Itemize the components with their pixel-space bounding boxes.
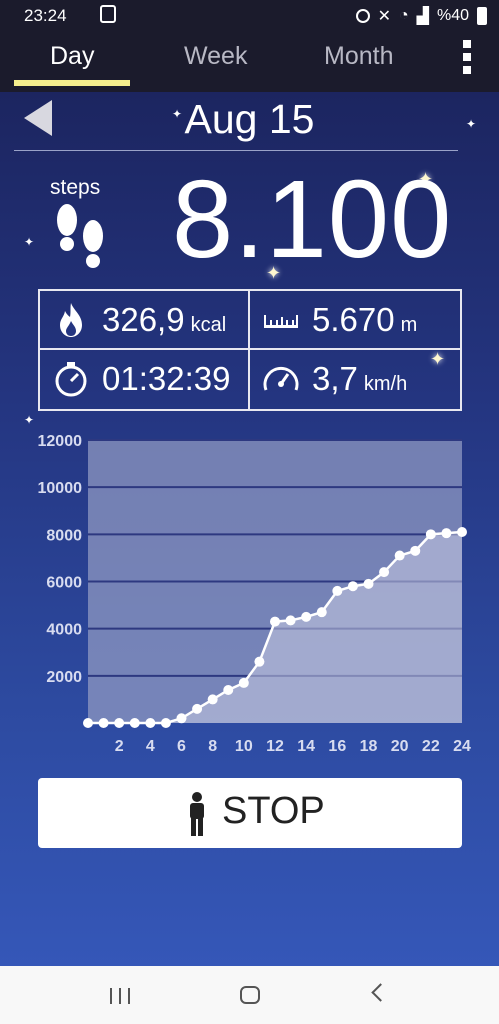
flame-icon [60, 303, 82, 337]
steps-chart: 20004000600080001000012000 2 4 6 8 10 12 14 16 1… [38, 433, 472, 755]
y-tick-label: 2000 [46, 669, 82, 686]
active-tab-indicator [14, 80, 130, 86]
tab-bar: Day Week Month [0, 32, 499, 92]
stats-grid: 326,9 kcal 5.670 m 01:32:39 3,7 km/h [38, 289, 462, 411]
data-point [223, 684, 234, 695]
calories-value: 326,9 kcal [102, 301, 226, 339]
x-tick-label: 14 [297, 738, 315, 755]
divider [14, 150, 458, 151]
steps-count: 8.100 [172, 158, 453, 281]
stopwatch-icon [55, 362, 87, 397]
recent-apps-button[interactable] [110, 988, 130, 1004]
speed-unit: km/h [363, 373, 408, 395]
footprints-icon [57, 204, 103, 268]
y-tick-label: 4000 [46, 622, 82, 639]
x-tick-label: 10 [235, 738, 253, 755]
distance-unit: m [400, 314, 418, 336]
calories-cell: 326,9 kcal [40, 291, 250, 350]
y-tick-label: 10000 [38, 480, 83, 497]
x-tick-label: 24 [453, 738, 471, 755]
main-panel: ✦ ✦ ✦ ✦ ✦ ✦ ✦ Aug 15 steps 8.100 326,9 kc… [0, 92, 499, 966]
system-nav-bar [0, 966, 499, 1024]
data-point [192, 703, 203, 714]
data-point [145, 718, 156, 728]
distance-number: 5.670 [312, 301, 395, 338]
duration-value: 01:32:39 [102, 360, 231, 397]
x-tick-label: 8 [208, 738, 217, 755]
speed-value: 3,7 km/h [312, 360, 407, 398]
status-time: 23:24 [24, 6, 67, 25]
distance-value: 5.670 m [312, 301, 417, 339]
data-point [238, 677, 249, 688]
star-decoration: ✦ [24, 413, 35, 427]
steps-label: steps [50, 176, 101, 199]
calories-unit: kcal [190, 314, 227, 336]
tab-month[interactable]: Month [324, 42, 393, 71]
x-tick-label: 6 [177, 738, 186, 755]
data-point [207, 694, 218, 705]
data-point [425, 529, 436, 540]
x-tick-label: 20 [391, 738, 409, 755]
y-tick-label: 12000 [38, 433, 83, 450]
x-tick-label: 4 [146, 738, 155, 755]
speed-cell: 3,7 km/h [250, 350, 460, 409]
battery-icon [477, 7, 487, 25]
distance-cell: 5.670 m [250, 291, 460, 350]
duration-cell: 01:32:39 [40, 350, 250, 409]
speedometer-icon [263, 367, 299, 391]
data-point [98, 718, 109, 728]
notification-icon [100, 5, 116, 23]
x-tick-label: 12 [266, 738, 284, 755]
y-tick-label: 6000 [46, 575, 82, 592]
tab-day[interactable]: Day [50, 42, 94, 71]
y-tick-label: 8000 [46, 527, 82, 544]
wifi-icon: ◔ [398, 7, 409, 24]
x-tick-label: 2 [115, 738, 124, 755]
home-button[interactable] [240, 986, 260, 1004]
data-point [129, 718, 140, 728]
status-bar: 23:24 ✕ ◔ ▟ %40 [0, 0, 499, 32]
data-point [410, 545, 421, 556]
data-point [363, 578, 374, 589]
data-point [394, 550, 405, 561]
data-point [347, 581, 358, 592]
data-point [301, 611, 312, 622]
person-icon [190, 792, 204, 836]
data-point [316, 607, 327, 618]
data-point [160, 718, 171, 728]
data-point [176, 713, 187, 724]
data-point [332, 585, 343, 596]
speed-number: 3,7 [312, 360, 358, 397]
tab-week[interactable]: Week [184, 42, 247, 71]
status-icons: ✕ ◔ ▟ %40 [355, 6, 487, 26]
data-point [285, 615, 296, 626]
back-button[interactable] [371, 983, 390, 1002]
data-point [114, 718, 125, 728]
date-title: Aug 15 [184, 96, 315, 142]
mute-icon: ✕ [377, 8, 391, 25]
data-point [457, 526, 467, 537]
data-point [83, 718, 93, 728]
data-point [441, 528, 452, 539]
more-options-icon[interactable] [460, 40, 474, 82]
data-point [270, 616, 280, 627]
data-point [254, 656, 265, 667]
signal-icon: ▟ [416, 8, 429, 25]
x-tick-label: 16 [328, 738, 346, 755]
data-point [379, 567, 390, 578]
ruler-icon [264, 315, 298, 328]
x-tick-label: 22 [422, 738, 440, 755]
x-tick-label: 18 [360, 738, 378, 755]
stop-button[interactable]: STOP [38, 778, 462, 848]
alarm-icon [355, 9, 370, 23]
calories-number: 326,9 [102, 301, 185, 338]
star-decoration: ✦ [24, 235, 35, 249]
stop-button-label: STOP [222, 790, 325, 832]
battery-text: %40 [436, 7, 469, 24]
